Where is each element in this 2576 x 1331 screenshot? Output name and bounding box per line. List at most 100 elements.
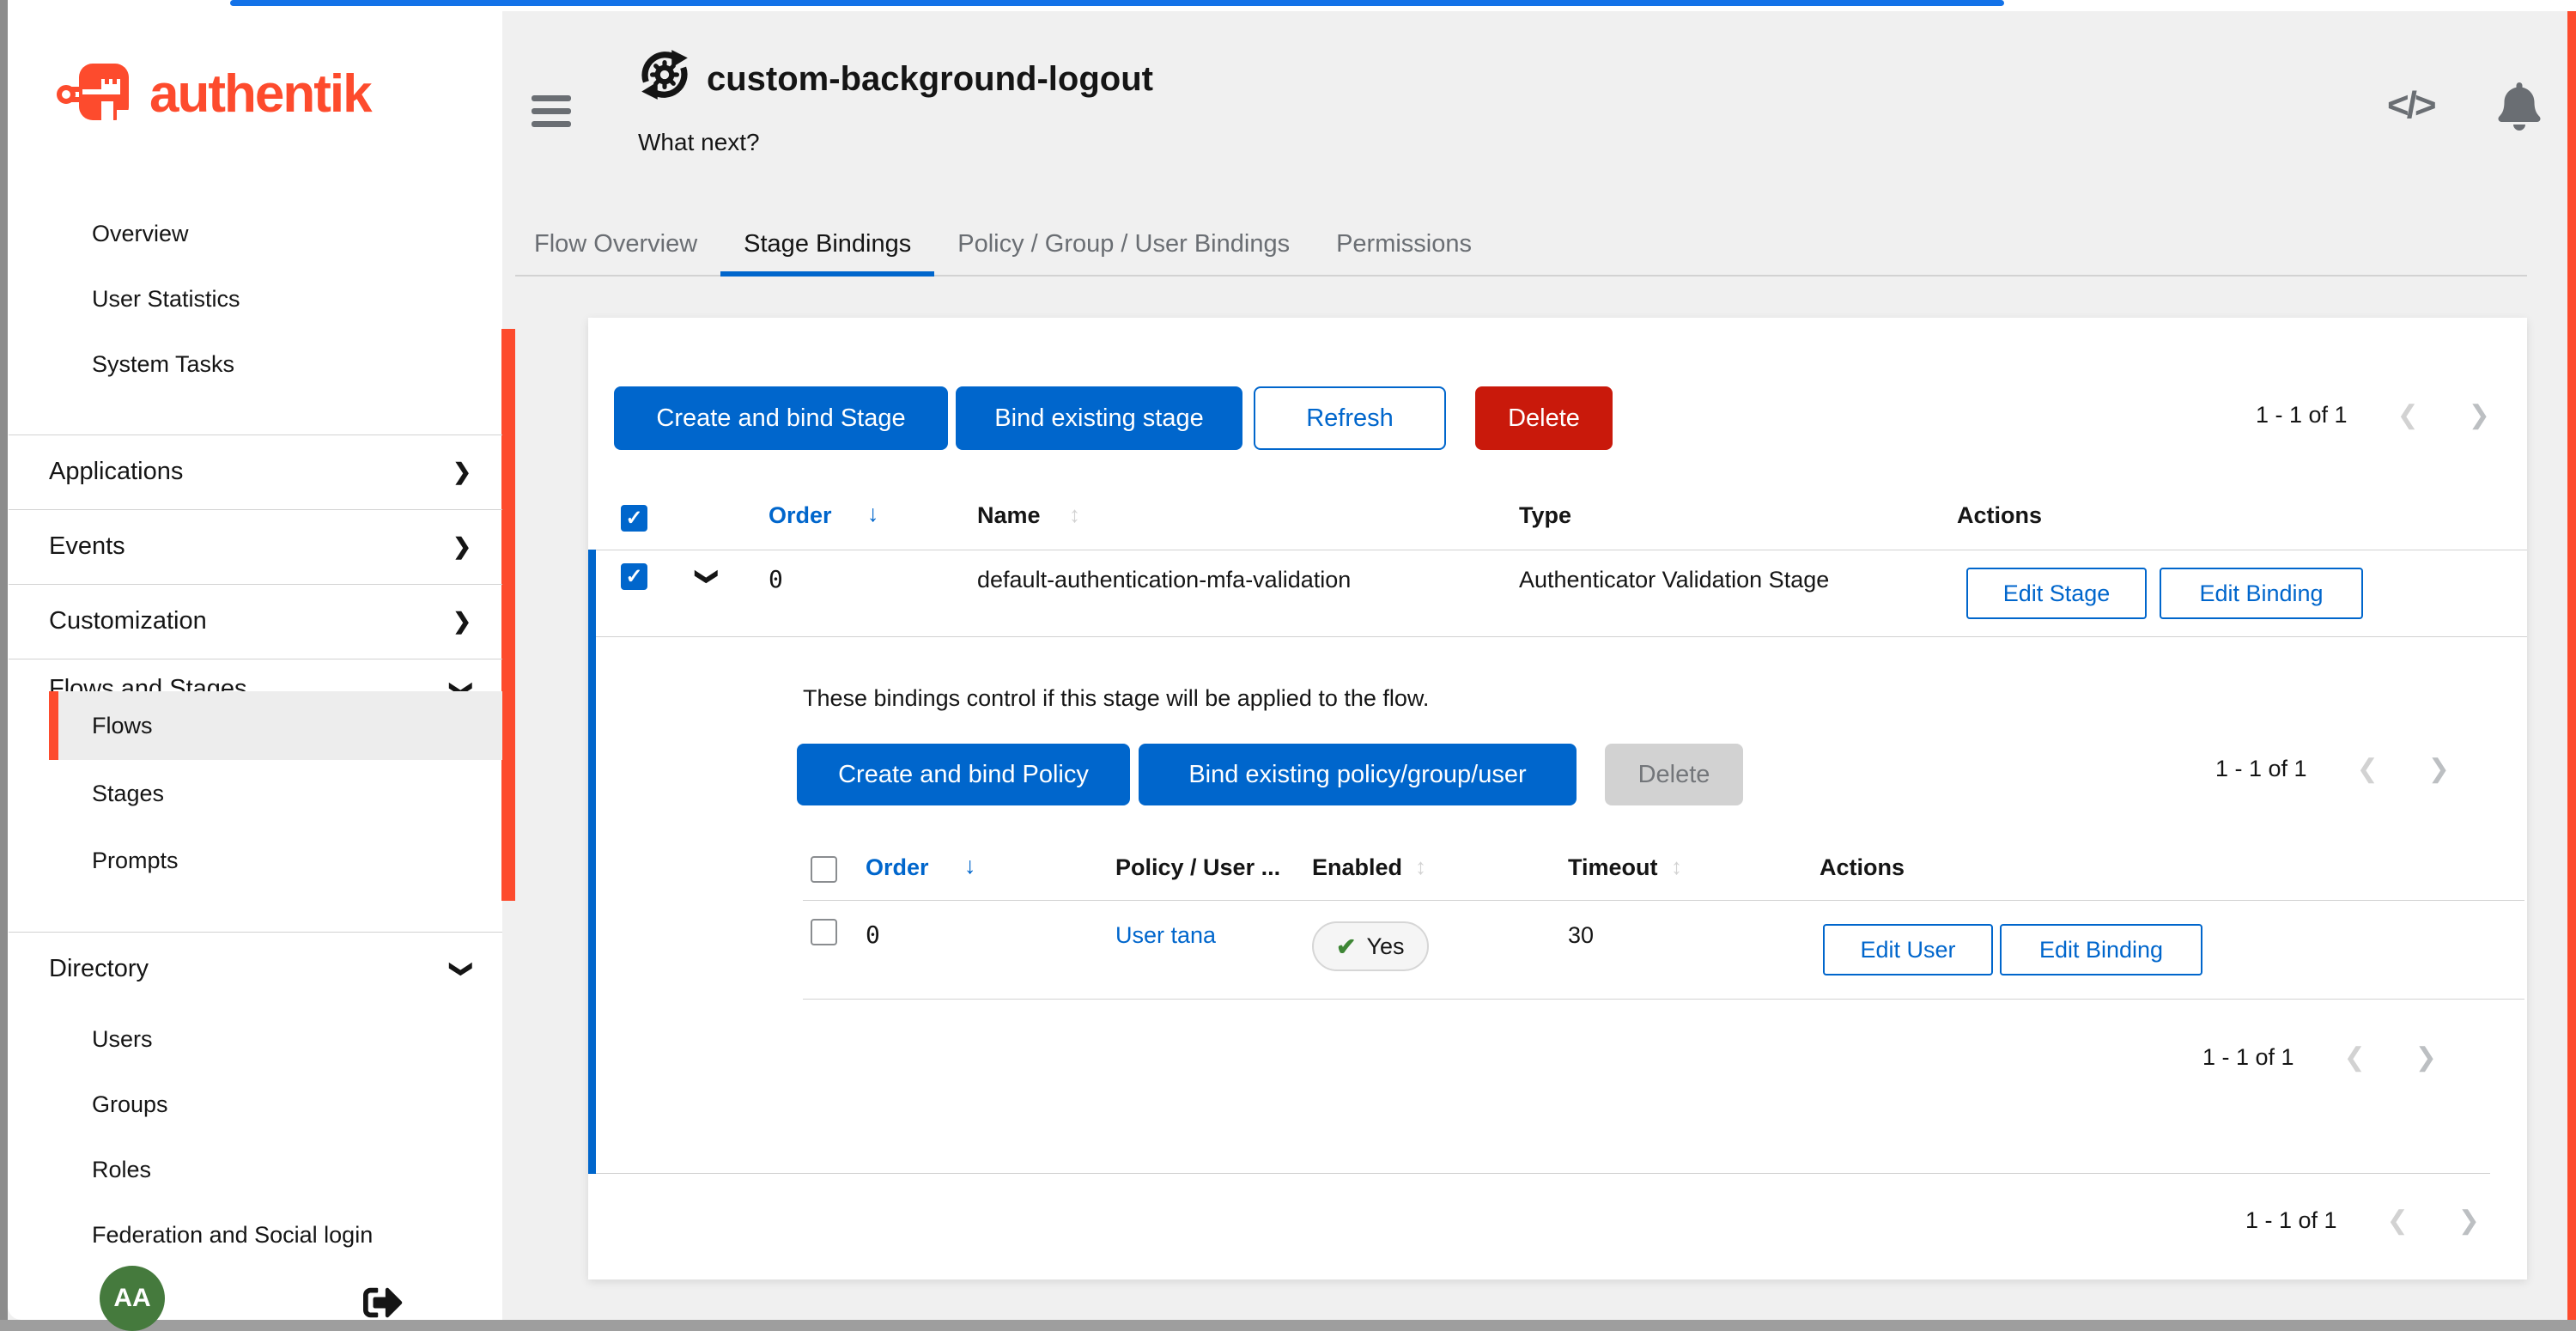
column-header-actions: Actions	[1820, 854, 1905, 881]
sidebar-item-users[interactable]: Users	[49, 1006, 502, 1072]
enabled-status-label: Yes	[1366, 933, 1404, 960]
row-name-value: default-authentication-mfa-validation	[977, 567, 1351, 593]
sort-icon[interactable]: ↕	[1069, 501, 1080, 528]
api-code-icon[interactable]: </>	[2387, 84, 2434, 127]
notifications-bell-icon[interactable]	[2497, 82, 2542, 131]
sidebar-item-overview[interactable]: Overview	[49, 201, 502, 266]
sidebar-item-customization[interactable]: Customization ❯	[49, 584, 502, 659]
flow-process-icon	[636, 46, 693, 103]
edit-binding-button[interactable]: Edit Binding	[2160, 568, 2363, 619]
delete-button[interactable]: Delete	[1475, 386, 1613, 450]
sort-descending-icon[interactable]: ↓	[964, 853, 976, 879]
logout-icon[interactable]	[363, 1283, 403, 1322]
tab-bar: Flow Overview Stage Bindings Policy / Gr…	[511, 213, 1495, 277]
sidebar-item-user-statistics[interactable]: User Statistics	[49, 266, 502, 331]
column-header-timeout[interactable]: Timeout	[1568, 854, 1658, 881]
pagination-prev-icon[interactable]: ❮	[2357, 754, 2379, 784]
column-header-name[interactable]: Name	[977, 502, 1041, 529]
chevron-right-icon: ❯	[453, 608, 471, 635]
pagination-next-icon[interactable]: ❯	[2458, 1206, 2480, 1236]
pagination-next-icon[interactable]: ❯	[2469, 400, 2490, 430]
create-and-bind-policy-button[interactable]: Create and bind Policy	[797, 744, 1130, 805]
create-and-bind-stage-button[interactable]: Create and bind Stage	[614, 386, 948, 450]
expanded-section-divider	[596, 1173, 2490, 1174]
sidebar-item-prompts[interactable]: Prompts	[49, 827, 502, 894]
row-divider	[803, 999, 2524, 1000]
chevron-right-icon: ❯	[453, 459, 471, 485]
pagination-prev-icon[interactable]: ❮	[2344, 1042, 2366, 1073]
pagination-next-icon[interactable]: ❯	[2428, 754, 2450, 784]
sidebar-item-applications[interactable]: Applications ❯	[49, 435, 502, 509]
top-accent-bar	[230, 0, 2004, 6]
check-icon: ✓	[625, 564, 642, 589]
column-header-enabled[interactable]: Enabled	[1312, 854, 1402, 881]
enabled-status-badge: ✔ Yes	[1312, 921, 1429, 971]
page: { "colors": { "brand_orange": "#fd4b2d",…	[0, 0, 2576, 1331]
sort-descending-icon[interactable]: ↓	[867, 501, 879, 527]
select-row-checkbox[interactable]	[811, 919, 837, 945]
window-left-edge	[0, 0, 8, 1331]
sidebar-item-roles[interactable]: Roles	[49, 1137, 502, 1202]
avatar[interactable]: AA	[100, 1266, 165, 1331]
page-subtitle: What next?	[638, 129, 760, 156]
sidebar-item-flows[interactable]: Flows	[49, 691, 502, 760]
collapse-row-icon[interactable]: ❯	[694, 568, 720, 586]
pagination-prev-icon[interactable]: ❮	[2397, 400, 2419, 430]
chevron-down-icon: ❯	[449, 960, 476, 979]
edit-stage-button[interactable]: Edit Stage	[1966, 568, 2147, 619]
authentik-key-icon	[57, 60, 139, 128]
row-order-value: 0	[866, 921, 880, 949]
tab-flow-overview[interactable]: Flow Overview	[511, 213, 720, 277]
pagination-label: 1 - 1 of 1	[2215, 756, 2307, 782]
sidebar-scrollbar[interactable]	[501, 329, 515, 901]
tab-permissions[interactable]: Permissions	[1313, 213, 1495, 277]
pagination: 1 - 1 of 1 ❮ ❯	[2202, 1042, 2437, 1073]
row-divider	[596, 636, 2527, 637]
table-header-divider	[803, 900, 2524, 901]
column-header-type: Type	[1519, 502, 1571, 529]
pagination-label: 1 - 1 of 1	[2245, 1207, 2337, 1234]
chevron-right-icon: ❯	[453, 533, 471, 560]
pagination-label: 1 - 1 of 1	[2202, 1044, 2294, 1071]
column-header-actions: Actions	[1957, 502, 2042, 529]
pagination-prev-icon[interactable]: ❮	[2387, 1206, 2409, 1236]
delete-binding-button[interactable]: Delete	[1605, 744, 1743, 805]
expanded-row-accent	[588, 550, 596, 1174]
tab-stage-bindings[interactable]: Stage Bindings	[720, 213, 934, 277]
page-title: custom-background-logout	[707, 60, 1153, 99]
policy-user-link[interactable]: User tana	[1115, 922, 1216, 949]
select-row-checkbox[interactable]: ✓	[621, 563, 647, 590]
brand-logo-text: authentik	[149, 64, 371, 125]
select-all-checkbox[interactable]	[811, 856, 837, 883]
sidebar-item-directory[interactable]: Directory ❯	[49, 932, 502, 1006]
active-item-accent-bar	[49, 691, 58, 760]
sidebar-item-stages[interactable]: Stages	[49, 760, 502, 827]
tab-policy-group-user-bindings[interactable]: Policy / Group / User Bindings	[934, 213, 1313, 277]
pagination: 1 - 1 of 1 ❮ ❯	[2245, 1206, 2480, 1236]
sidebar-item-groups[interactable]: Groups	[49, 1072, 502, 1137]
pagination: 1 - 1 of 1 ❮ ❯	[2215, 754, 2450, 784]
select-all-checkbox[interactable]: ✓	[621, 505, 647, 532]
sort-icon[interactable]: ↕	[1415, 854, 1426, 880]
column-header-policy[interactable]: Policy / User ...	[1115, 854, 1280, 881]
pagination: 1 - 1 of 1 ❮ ❯	[2256, 400, 2490, 430]
sidebar-item-federation-social-login[interactable]: Federation and Social login	[49, 1202, 502, 1267]
row-order-value: 0	[769, 565, 783, 593]
row-timeout-value: 30	[1568, 922, 1594, 949]
bind-existing-stage-button[interactable]: Bind existing stage	[956, 386, 1242, 450]
brand-logo[interactable]: authentik	[57, 60, 371, 128]
edit-user-button[interactable]: Edit User	[1823, 924, 1993, 975]
edit-binding-button[interactable]: Edit Binding	[2000, 924, 2202, 975]
row-type-value: Authenticator Validation Stage	[1519, 567, 1829, 593]
column-header-order[interactable]: Order	[866, 854, 929, 881]
menu-toggle-icon[interactable]	[532, 95, 571, 127]
check-icon: ✓	[625, 506, 642, 531]
refresh-button[interactable]: Refresh	[1254, 386, 1446, 450]
sort-icon[interactable]: ↕	[1671, 854, 1682, 880]
column-header-order[interactable]: Order	[769, 502, 832, 529]
pagination-label: 1 - 1 of 1	[2256, 402, 2348, 428]
bind-existing-policy-button[interactable]: Bind existing policy/group/user	[1139, 744, 1577, 805]
pagination-next-icon[interactable]: ❯	[2415, 1042, 2437, 1073]
sidebar-item-events[interactable]: Events ❯	[49, 509, 502, 584]
sidebar-item-system-tasks[interactable]: System Tasks	[49, 331, 502, 397]
